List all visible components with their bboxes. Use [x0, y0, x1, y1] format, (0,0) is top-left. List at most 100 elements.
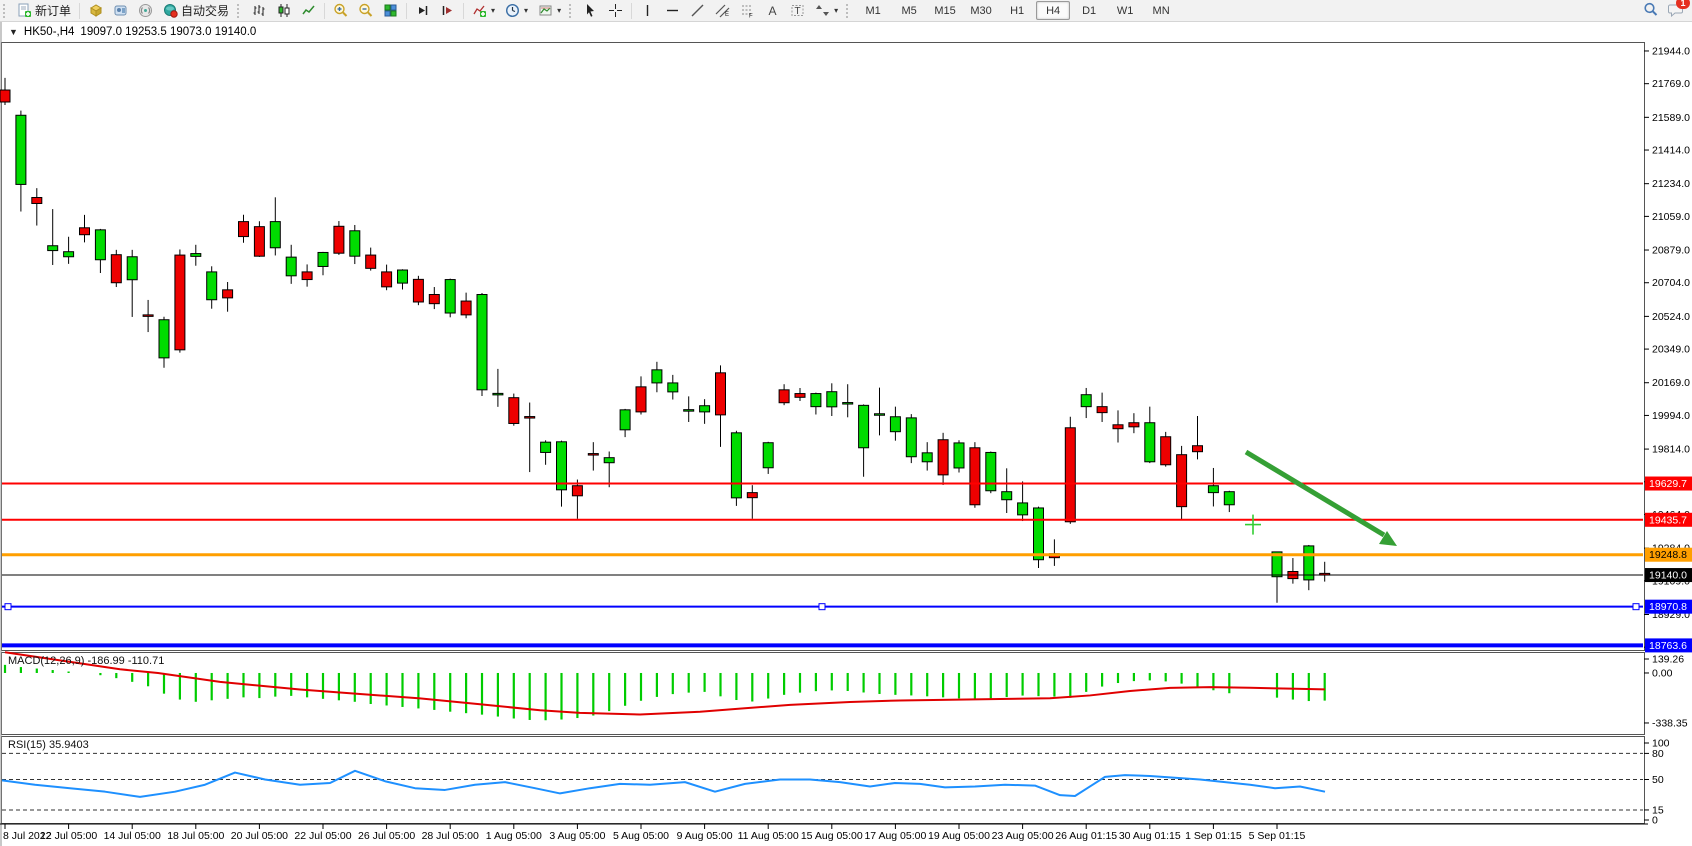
collapse-icon[interactable]: ▼	[9, 27, 18, 37]
signals-button[interactable]	[133, 0, 158, 21]
bar-chart-button[interactable]	[246, 0, 271, 21]
periods-button[interactable]: ▾	[500, 0, 533, 21]
timeframe-button-m30[interactable]: M30	[964, 1, 998, 20]
candle-body	[16, 115, 26, 184]
zoom-in-icon	[333, 3, 348, 18]
candle-body	[731, 433, 741, 498]
line-handle[interactable]	[819, 604, 825, 610]
horizontal-line-tool-button[interactable]	[660, 0, 685, 21]
templates-button[interactable]: ▾	[533, 0, 566, 21]
candle-body	[811, 394, 821, 407]
separator	[324, 3, 325, 19]
crosshair-tool-button[interactable]	[603, 0, 628, 21]
separator	[79, 3, 80, 19]
tile-windows-button[interactable]	[378, 0, 403, 21]
price-flag-label: 19140.0	[1649, 570, 1687, 582]
indicators-button[interactable]: ▾	[467, 0, 500, 21]
macd-pane[interactable]	[2, 653, 1645, 735]
chat-button[interactable]: 1	[1668, 2, 1684, 20]
candle-body	[191, 254, 201, 257]
candle-body	[684, 410, 694, 412]
timeframe-button-h1[interactable]: H1	[1000, 1, 1034, 20]
market-watch-icon	[88, 3, 103, 18]
time-tick-label: 3 Aug 05:00	[549, 830, 605, 842]
time-tick-label: 26 Jul 05:00	[358, 830, 415, 842]
chart-area[interactable]: 21944.021769.021589.021414.021234.021059…	[0, 0, 1692, 846]
auto-trading-button[interactable]: 自动交易	[158, 0, 234, 21]
timeframe-button-m5[interactable]: M5	[892, 1, 926, 20]
navigator-icon	[113, 3, 128, 18]
line-handle[interactable]	[5, 604, 11, 610]
text-tool-button[interactable]: A	[760, 0, 785, 21]
candle-body	[541, 442, 551, 452]
text-label-tool-button[interactable]: T	[785, 0, 810, 21]
time-tick-label: 28 Jul 05:00	[422, 830, 479, 842]
candlestick-chart-button[interactable]	[271, 0, 296, 21]
navigator-button[interactable]	[108, 0, 133, 21]
search-button[interactable]	[1643, 2, 1658, 20]
price-flag-label: 18763.6	[1649, 640, 1687, 652]
time-axis[interactable]: 8 Jul 202212 Jul 05:0014 Jul 05:0018 Jul…	[0, 824, 1648, 842]
candle-body	[525, 417, 535, 419]
main-toolbar: 新订单 自动交易 ▾ ▾ ▾ E F A T ▾ M1M5M15M30H1H4D…	[0, 0, 1692, 22]
arrows-tool-button[interactable]: ▾	[810, 0, 843, 21]
candle-body	[620, 410, 630, 430]
trendline-tool-button[interactable]	[685, 0, 710, 21]
time-tick-label: 1 Aug 05:00	[486, 830, 542, 842]
dropdown-arrow-icon[interactable]: ▾	[491, 6, 495, 15]
time-tick-label: 17 Aug 05:00	[864, 830, 926, 842]
dropdown-arrow-icon[interactable]: ▾	[524, 6, 528, 15]
candle-body	[1193, 446, 1203, 452]
timeframe-button-h4[interactable]: H4	[1036, 1, 1070, 20]
text-label-icon: T	[790, 3, 805, 18]
candle-body	[954, 443, 964, 468]
chart-shift-button[interactable]	[435, 0, 460, 21]
new-order-button[interactable]: 新订单	[12, 0, 76, 21]
candle-body	[48, 246, 58, 251]
timeframe-button-w1[interactable]: W1	[1108, 1, 1142, 20]
candle-body	[986, 452, 996, 490]
zoom-in-button[interactable]	[328, 0, 353, 21]
auto-scroll-button[interactable]	[410, 0, 435, 21]
timeframe-button-m15[interactable]: M15	[928, 1, 962, 20]
timeframe-button-d1[interactable]: D1	[1072, 1, 1106, 20]
dropdown-arrow-icon[interactable]: ▾	[834, 6, 838, 15]
vertical-line-icon	[640, 3, 655, 18]
candle-body	[207, 272, 217, 300]
line-handle[interactable]	[1633, 604, 1639, 610]
price-axis[interactable]: 21944.021769.021589.021414.021234.021059…	[1644, 45, 1690, 826]
svg-text:E: E	[725, 12, 729, 18]
candlestick-chart-icon	[276, 3, 291, 18]
fibonacci-tool-button[interactable]: F	[735, 0, 760, 21]
candle-body	[1177, 455, 1187, 507]
macd-tick-label: 139.26	[1652, 654, 1684, 666]
line-chart-button[interactable]	[296, 0, 321, 21]
candle-body	[922, 453, 932, 462]
candle-body	[32, 198, 42, 204]
candle-body	[1145, 423, 1155, 462]
candle-body	[366, 255, 376, 268]
timeframe-button-m1[interactable]: M1	[856, 1, 890, 20]
toolbar-grip	[569, 4, 574, 18]
macd-tick-label: -338.35	[1652, 717, 1688, 729]
candle-body	[1113, 425, 1123, 429]
candle-body	[95, 230, 105, 260]
timeframe-button-mn[interactable]: MN	[1144, 1, 1178, 20]
candle-body	[270, 222, 280, 248]
candle-body	[350, 231, 360, 256]
time-tick-label: 9 Aug 05:00	[677, 830, 733, 842]
time-tick-label: 1 Sep 01:15	[1185, 830, 1242, 842]
vertical-line-tool-button[interactable]	[635, 0, 660, 21]
candle-body	[700, 406, 710, 412]
zoom-out-button[interactable]	[353, 0, 378, 21]
price-tick-label: 20169.0	[1652, 377, 1690, 389]
cursor-tool-button[interactable]	[578, 0, 603, 21]
dropdown-arrow-icon[interactable]: ▾	[557, 6, 561, 15]
time-tick-label: 26 Aug 01:15	[1055, 830, 1117, 842]
main-chart-pane[interactable]	[2, 43, 1645, 651]
candle-body	[652, 370, 662, 383]
equidistant-channel-tool-button[interactable]: E	[710, 0, 735, 21]
candle-body	[747, 493, 757, 498]
candle-body	[318, 252, 328, 266]
market-watch-button[interactable]	[83, 0, 108, 21]
